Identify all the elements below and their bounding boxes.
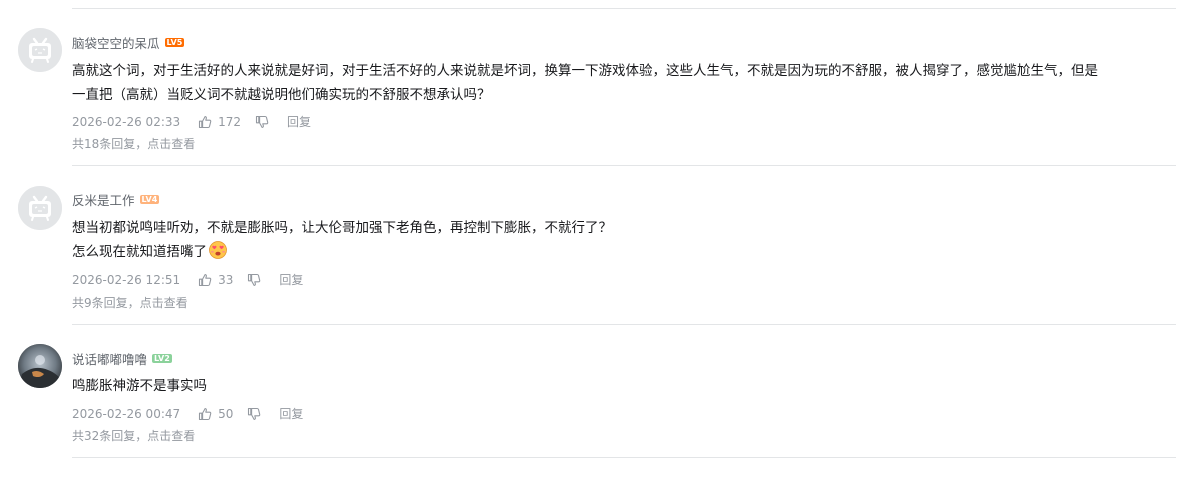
view-replies-link[interactable]: 共9条回复，点击查看 — [72, 294, 188, 311]
like-count: 50 — [218, 406, 234, 421]
reply-button[interactable]: 回复 — [279, 271, 303, 288]
comment-line: 想当初都说鸣哇听劝，不就是膨胀吗，让大伦哥加强下老角色，再控制下膨胀，不就行了？ — [72, 220, 612, 236]
comment-line: 鸣膨胀神游不是事实吗 — [72, 378, 207, 394]
like-button[interactable]: 50 — [198, 407, 233, 421]
timestamp: 2026-02-26 02:33 — [72, 114, 181, 129]
timestamp: 2026-02-26 12:51 — [72, 272, 181, 287]
username-text[interactable]: 反米是工作 — [72, 190, 135, 209]
comment-meta: 2026-02-26 00:47 50 回复 — [72, 405, 303, 422]
level-badge: LV5 — [164, 38, 185, 47]
thumbs-down-icon — [248, 407, 261, 420]
comment-meta: 2026-02-26 02:33 172 回复 — [72, 113, 311, 130]
dislike-button[interactable] — [247, 273, 261, 287]
view-replies-link[interactable]: 共18条回复，点击查看 — [72, 135, 195, 152]
divider — [72, 324, 1176, 325]
comment-content: 高就这个词，对于生活好的人来说就是好词，对于生活不好的人来说就是坏词，换算一下游… — [72, 59, 1172, 107]
view-replies-link[interactable]: 共32条回复，点击查看 — [72, 427, 195, 444]
dislike-button[interactable] — [247, 407, 261, 421]
comment-meta: 2026-02-26 12:51 33 回复 — [72, 271, 303, 288]
username-text[interactable]: 说话嘟嘟噜噜 — [72, 349, 147, 368]
thumbs-up-icon — [199, 273, 212, 286]
divider — [72, 457, 1176, 458]
like-count: 33 — [218, 272, 234, 287]
like-button[interactable]: 33 — [198, 273, 233, 287]
username[interactable]: 说话嘟嘟噜噜 LV2 — [72, 349, 172, 368]
bilibili-tv-avatar-icon — [18, 186, 62, 230]
username[interactable]: 反米是工作 LV4 — [72, 190, 160, 209]
comment-content: 想当初都说鸣哇听劝，不就是膨胀吗，让大伦哥加强下老角色，再控制下膨胀，不就行了？… — [72, 216, 1172, 264]
avatar[interactable] — [18, 344, 62, 388]
thumbs-up-icon — [199, 115, 212, 128]
comment-content: 鸣膨胀神游不是事实吗 — [72, 374, 1172, 398]
reply-button[interactable]: 回复 — [279, 405, 303, 422]
photo-avatar-icon — [18, 344, 62, 388]
like-button[interactable]: 172 — [198, 115, 241, 129]
comment-line: 高就这个词，对于生活好的人来说就是好词，对于生活不好的人来说就是坏词，换算一下游… — [72, 63, 1098, 79]
avatar[interactable] — [18, 28, 62, 72]
reply-button[interactable]: 回复 — [287, 113, 311, 130]
avatar[interactable] — [18, 186, 62, 230]
divider — [72, 8, 1176, 9]
level-badge: LV4 — [139, 195, 160, 204]
level-badge: LV2 — [152, 354, 172, 363]
thumbs-down-icon — [248, 273, 261, 286]
comment-line: 怎么现在就知道捂嘴了 — [72, 244, 207, 260]
like-count: 172 — [218, 114, 242, 129]
divider — [72, 165, 1176, 166]
timestamp: 2026-02-26 00:47 — [72, 406, 181, 421]
username-text[interactable]: 脑袋空空的呆瓜 — [72, 33, 160, 52]
thumbs-up-icon — [199, 407, 212, 420]
bilibili-tv-avatar-icon — [18, 28, 62, 72]
heart-eyes-emote-icon — [208, 240, 228, 260]
username[interactable]: 脑袋空空的呆瓜 LV5 — [72, 33, 185, 52]
thumbs-down-icon — [255, 115, 269, 128]
comment-line: 一直把（高就）当贬义词不就越说明他们确实玩的不舒服不想承认吗？ — [72, 87, 491, 103]
dislike-button[interactable] — [255, 115, 269, 129]
